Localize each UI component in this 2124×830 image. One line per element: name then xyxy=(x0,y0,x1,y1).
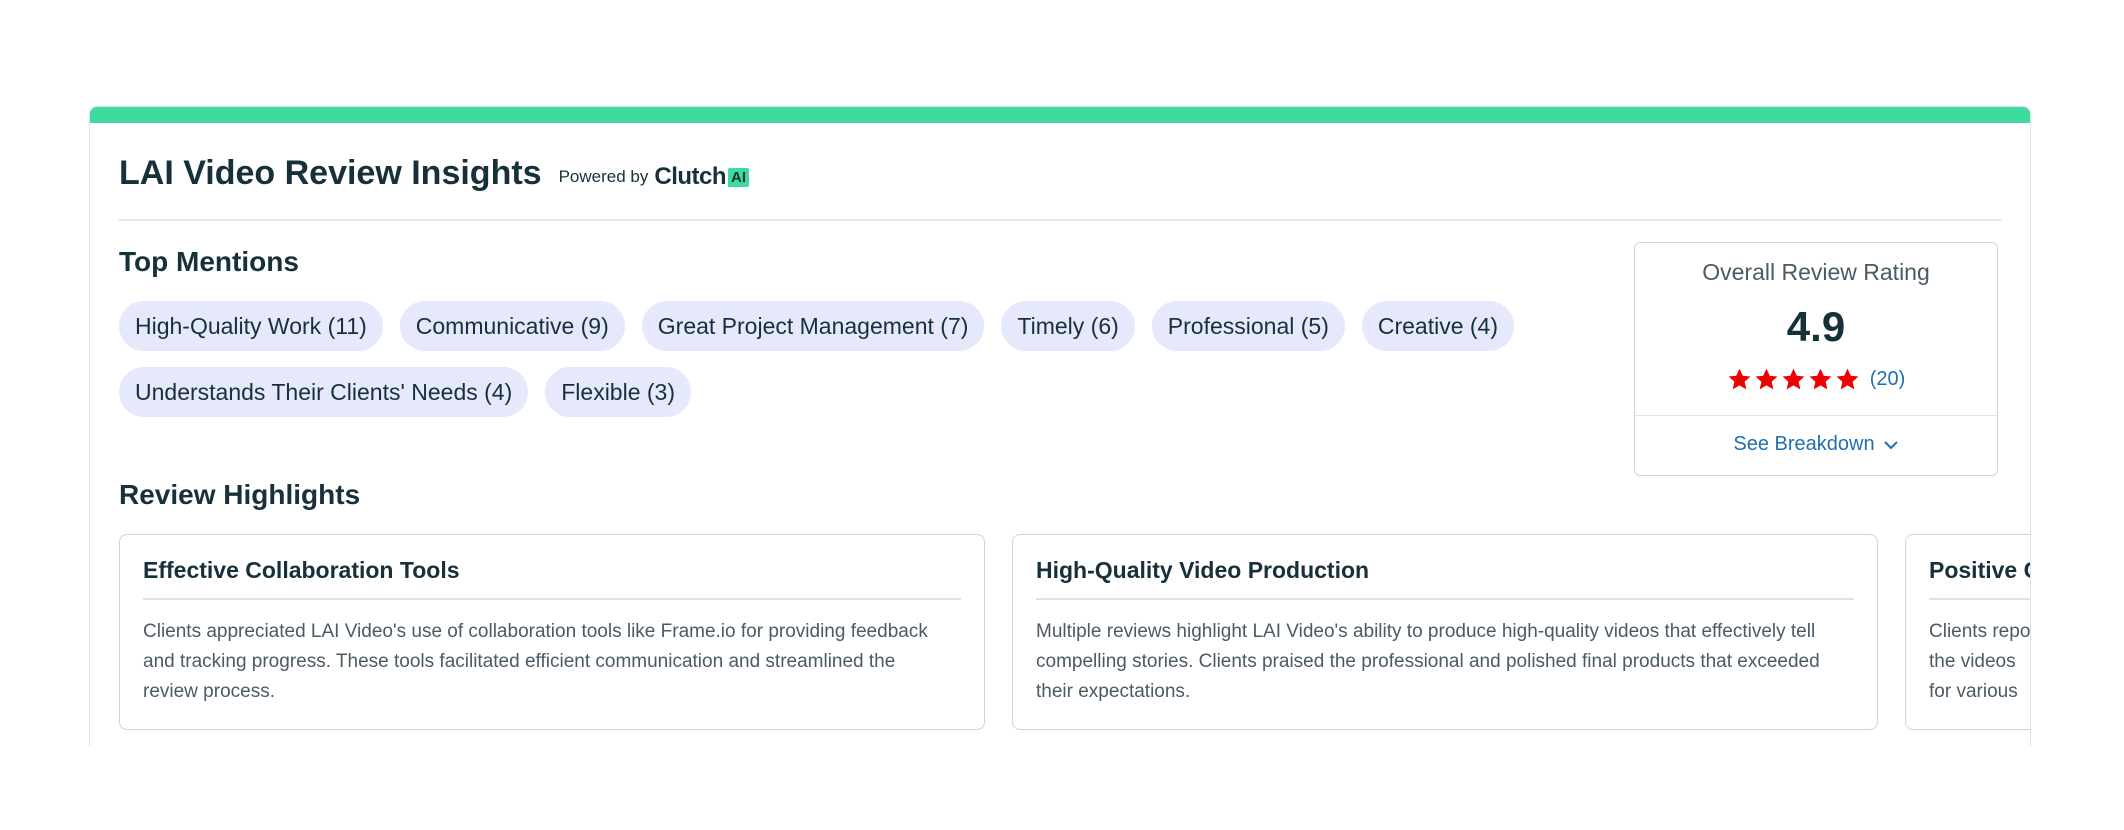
rating-stars: (20) xyxy=(1635,367,1997,392)
page-title: LAI Video Review Insights xyxy=(119,154,542,192)
highlight-title: Effective Collaboration Tools xyxy=(143,557,961,600)
mention-chip[interactable]: Professional (5) xyxy=(1151,301,1345,351)
review-highlights-title: Review Highlights xyxy=(119,479,361,510)
mention-chip[interactable]: High-Quality Work (11) xyxy=(119,301,383,351)
divider xyxy=(1635,415,1997,416)
clutch-logo: Clutch xyxy=(654,163,727,190)
highlight-text: Clients repo the videos for various xyxy=(1929,621,2031,702)
review-highlights-list: Effective Collaboration Tools Clients ap… xyxy=(119,534,2031,734)
top-mentions-title: Top Mentions xyxy=(119,246,299,277)
star-icon xyxy=(1809,368,1832,390)
powered-by: Powered by Clutch AI xyxy=(558,163,750,191)
overall-rating-box: Overall Review Rating 4.9 (20) See Break… xyxy=(1634,242,1998,476)
mention-chip[interactable]: Flexible (3) xyxy=(545,367,692,417)
review-insights-card: LAI Video Review Insights Powered by Clu… xyxy=(89,106,2031,746)
rating-value: 4.9 xyxy=(1786,303,1846,350)
mention-chip[interactable]: Timely (6) xyxy=(1001,301,1135,351)
star-icon xyxy=(1836,368,1859,390)
highlight-card: Effective Collaboration Tools Clients ap… xyxy=(119,534,985,730)
highlight-card: Positive C Clients repo the videos for v… xyxy=(1905,534,2031,730)
highlight-text: Multiple reviews highlight LAI Video's a… xyxy=(1036,621,1820,702)
review-count-link[interactable]: (20) xyxy=(1870,368,1906,391)
mention-chip[interactable]: Understands Their Clients' Needs (4) xyxy=(119,367,529,417)
top-mentions-list: High-Quality Work (11) Communicative (9)… xyxy=(119,301,1659,417)
star-icon xyxy=(1782,368,1805,390)
accent-bar xyxy=(90,107,2030,123)
mention-chip[interactable]: Great Project Management (7) xyxy=(641,301,985,351)
highlight-title: High-Quality Video Production xyxy=(1036,557,1854,600)
highlight-text: Clients appreciated LAI Video's use of c… xyxy=(143,621,928,702)
star-icon xyxy=(1728,368,1751,390)
highlight-card: High-Quality Video Production Multiple r… xyxy=(1012,534,1878,730)
chevron-down-icon xyxy=(1883,440,1898,449)
mention-chip[interactable]: Creative (4) xyxy=(1361,301,1515,351)
see-breakdown-label: See Breakdown xyxy=(1733,433,1875,455)
mention-chip[interactable]: Communicative (9) xyxy=(399,301,625,351)
powered-by-label: Powered by xyxy=(558,167,649,186)
highlight-title: Positive C xyxy=(1929,557,2030,600)
insights-header: LAI Video Review Insights Powered by Clu… xyxy=(119,153,2001,221)
star-icon xyxy=(1755,368,1778,390)
rating-label: Overall Review Rating xyxy=(1702,259,1930,285)
see-breakdown-button[interactable]: See Breakdown xyxy=(1635,433,1997,456)
ai-badge: AI xyxy=(728,167,750,187)
